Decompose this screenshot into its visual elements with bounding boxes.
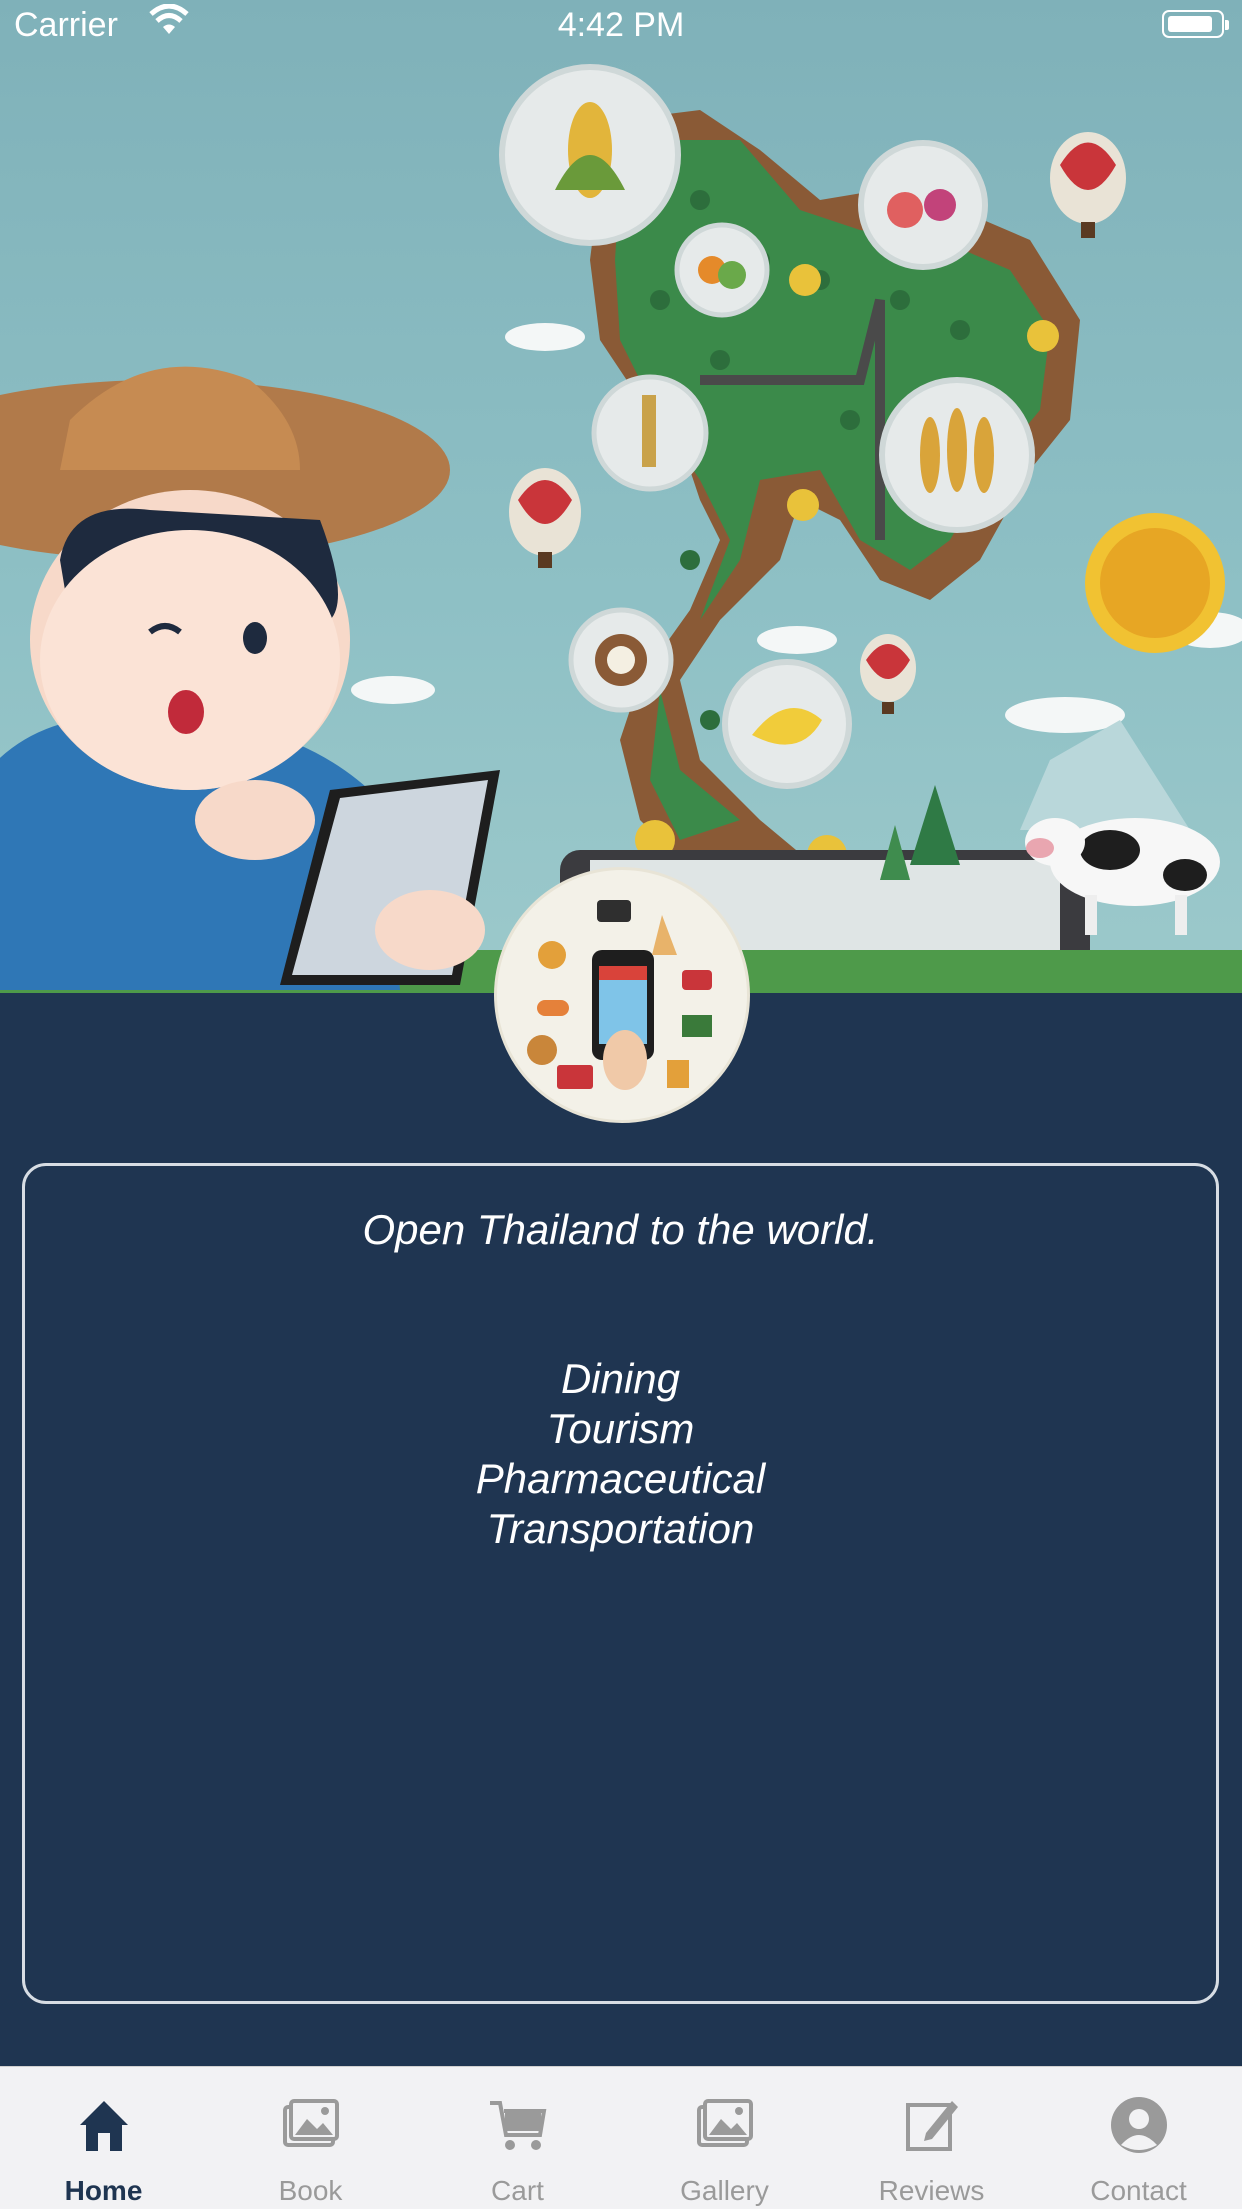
- category-list: Dining Tourism Pharmaceutical Transporta…: [25, 1354, 1216, 1554]
- tab-cart-label: Cart: [491, 2175, 544, 2206]
- home-icon: [79, 2101, 128, 2151]
- person-icon: [1110, 2097, 1167, 2153]
- tab-gallery[interactable]: Gallery: [621, 2067, 828, 2209]
- clock: 4:42 PM: [557, 6, 685, 44]
- thailand-map-illustration: [0, 64, 1242, 993]
- tab-home-label: Home: [64, 2175, 143, 2206]
- status-bar: Carrier 4:42 PM: [0, 0, 1242, 50]
- tab-contact[interactable]: Contact: [1035, 2067, 1242, 2209]
- tab-home[interactable]: Home: [0, 2067, 207, 2209]
- tab-reviews[interactable]: Reviews: [828, 2067, 1035, 2209]
- hero-illustration: [0, 0, 1242, 993]
- photo-icon: [282, 2099, 339, 2147]
- category-tourism: Tourism: [546, 1405, 695, 1452]
- gallery-icon: [696, 2099, 753, 2147]
- info-card: Open Thailand to the world. Dining Touri…: [22, 1163, 1219, 2004]
- shopping-app-badge: [497, 870, 747, 1120]
- tab-contact-label: Contact: [1090, 2175, 1187, 2206]
- category-pharmaceutical: Pharmaceutical: [475, 1455, 766, 1502]
- tagline: Open Thailand to the world.: [362, 1206, 879, 1253]
- tab-gallery-label: Gallery: [680, 2175, 769, 2206]
- tab-reviews-label: Reviews: [878, 2175, 985, 2206]
- category-dining: Dining: [560, 1355, 681, 1402]
- tab-book-label: Book: [278, 2175, 343, 2206]
- category-transportation: Transportation: [486, 1505, 755, 1552]
- tab-book[interactable]: Book: [207, 2067, 414, 2209]
- battery-icon: [1162, 10, 1229, 38]
- edit-icon: [905, 2101, 958, 2151]
- cart-icon: [489, 2101, 546, 2150]
- shopping-app-icon: [527, 900, 712, 1090]
- tab-cart[interactable]: Cart: [414, 2067, 621, 2209]
- tab-bar: Home Book Cart Gallery Reviews Contact: [0, 2066, 1242, 2209]
